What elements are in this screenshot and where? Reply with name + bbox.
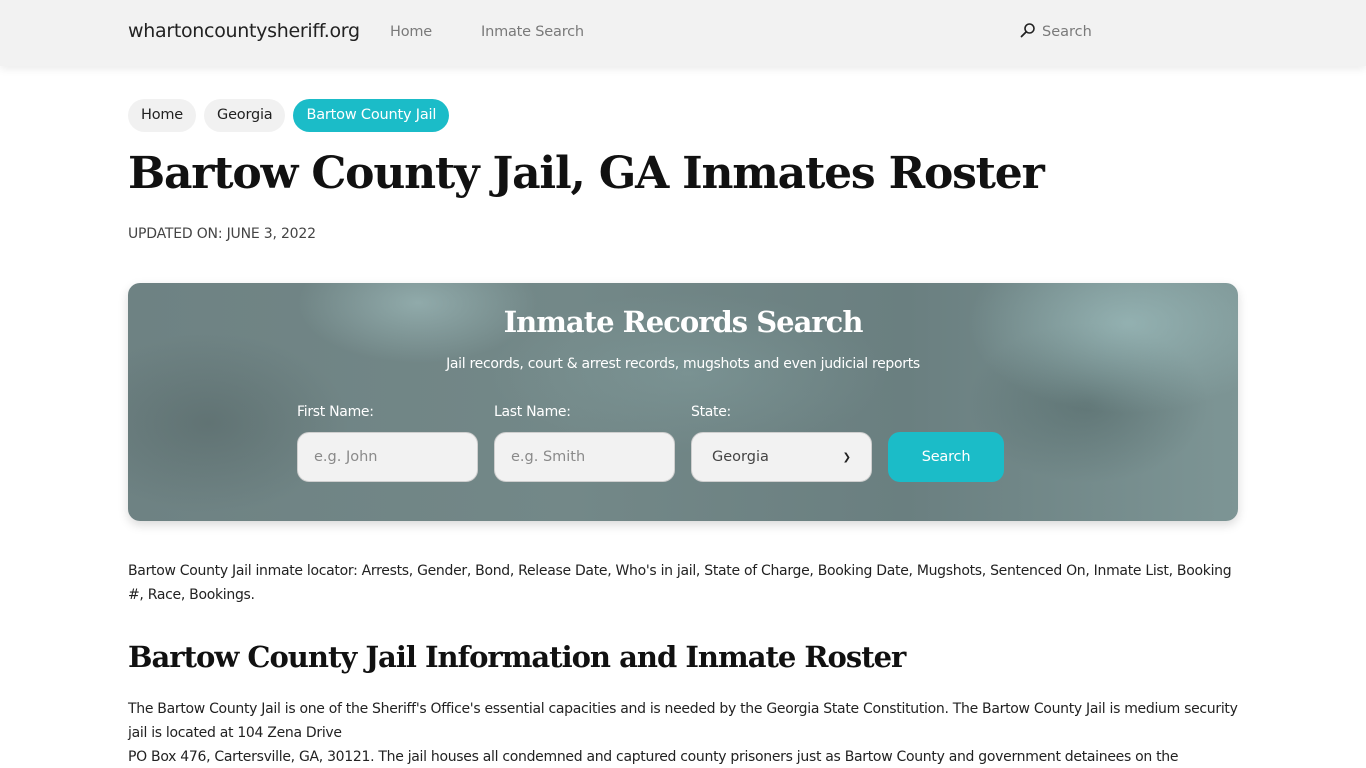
page-title: Bartow County Jail, GA Inmates Roster (128, 148, 1045, 199)
body-paragraph: The Bartow County Jail is one of the She… (128, 697, 1238, 768)
nav-link-inmate-search[interactable]: Inmate Search (481, 24, 584, 40)
first-name-label: First Name: (297, 404, 374, 420)
updated-date: UPDATED ON: JUNE 3, 2022 (128, 226, 316, 242)
nav-search-button[interactable]: Search (1020, 22, 1092, 42)
state-select[interactable]: Georgia ❯ (691, 432, 872, 482)
first-name-input[interactable] (297, 432, 478, 482)
body-line-1: The Bartow County Jail is one of the She… (128, 701, 1238, 741)
inmate-search-card: Inmate Records Search Jail records, cour… (128, 283, 1238, 521)
body-line-2: PO Box 476, Cartersville, GA, 30121. The… (128, 749, 1179, 765)
top-navbar: whartoncountysheriff.org Home Inmate Sea… (0, 0, 1366, 66)
search-card-title: Inmate Records Search (503, 305, 864, 339)
chevron-down-icon: ❯ (842, 451, 851, 463)
intro-paragraph: Bartow County Jail inmate locator: Arres… (128, 563, 1232, 603)
state-selected-value: Georgia (712, 449, 769, 465)
search-icon (1020, 22, 1036, 42)
nav-search-label: Search (1042, 24, 1092, 40)
search-card-subtitle: Jail records, court & arrest records, mu… (446, 356, 920, 372)
last-name-input[interactable] (494, 432, 675, 482)
section-title: Bartow County Jail Information and Inmat… (128, 640, 906, 674)
site-brand-link[interactable]: whartoncountysheriff.org (128, 20, 360, 42)
search-submit-button[interactable]: Search (888, 432, 1004, 482)
breadcrumb: Home Georgia Bartow County Jail (128, 99, 450, 132)
state-label: State: (691, 404, 731, 420)
breadcrumb-bartow-county-jail[interactable]: Bartow County Jail (293, 99, 450, 132)
breadcrumb-home[interactable]: Home (128, 99, 197, 132)
breadcrumb-georgia[interactable]: Georgia (204, 99, 286, 132)
nav-link-home[interactable]: Home (390, 24, 432, 40)
last-name-label: Last Name: (494, 404, 571, 420)
